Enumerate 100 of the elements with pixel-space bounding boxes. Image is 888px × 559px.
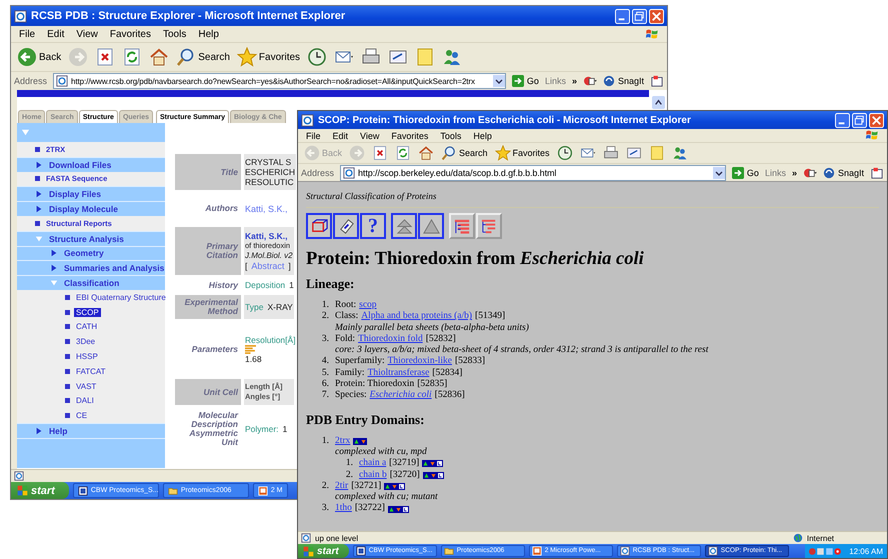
page-icon [301,533,311,543]
address-field[interactable]: http://scop.berkeley.edu/data/scop.b.d.gf.b.b.b.html [340,164,726,180]
menu-item[interactable]: File [306,130,321,140]
toolbar-addon-icon[interactable] [802,166,817,178]
right-triangle-icon[interactable] [50,264,58,272]
menu-item[interactable]: File [19,28,36,40]
tree-full-button[interactable] [449,213,475,239]
sidebar-item[interactable]: Display Molecule [47,204,120,214]
menu-item[interactable]: Tools [440,130,462,140]
go-button[interactable]: Go [512,75,539,87]
menu-item[interactable]: Help [198,28,219,40]
sidebar-item[interactable]: Summaries and Analysis [62,263,166,274]
list-number: 1. [320,436,329,447]
scroll-up-icon[interactable] [652,96,665,109]
lineage-link[interactable]: scop [359,300,377,312]
lineage-label: Protein: Thioredoxin [335,379,414,390]
capture-icon[interactable] [870,166,884,178]
menu-item[interactable]: Tools [162,28,186,40]
help-button[interactable]: ? [360,213,386,239]
search-button[interactable]: Search [174,47,232,67]
value-text: RESOLUTIC [245,177,294,187]
chain-link[interactable]: chain b [359,470,387,481]
sidebar-item[interactable]: Download Files [47,160,114,170]
chain-link[interactable]: chain a [359,458,386,470]
tree-button[interactable] [476,213,502,239]
go-button[interactable]: Go [732,166,759,178]
right-triangle-icon[interactable] [35,205,43,214]
sidebar-item[interactable]: EBI Quaternary Structure [74,292,168,302]
value-link[interactable]: Katti, S.K., [245,231,288,241]
menu-item[interactable]: Favorites [391,130,428,140]
window-title: RCSB PDB : Structure Explorer - Microsoft Internet Explorer [31,10,346,22]
lineage-link[interactable]: Thioredoxin fold [358,334,423,346]
domain-link[interactable]: 2tir [335,480,348,492]
sunid: [52832] [426,334,456,345]
search-button[interactable]: Search [439,145,490,161]
links-label[interactable]: Links [764,168,786,178]
lineage-link[interactable]: Alpha and beta proteins (a/b) [361,311,472,323]
capture-icon[interactable] [650,75,664,87]
sidebar-item[interactable]: DALI [74,396,96,406]
minimize-icon[interactable] [835,112,850,128]
viewer-icons-drawing[interactable] [422,460,444,468]
viewer-icons-drawing[interactable] [353,438,368,445]
snagit-button[interactable]: SnagIt [602,75,644,87]
start-button[interactable]: start [298,544,349,558]
tag-button[interactable] [333,213,359,239]
menu-item[interactable]: View [360,130,380,140]
favorites-button[interactable]: Favorites [234,47,302,67]
value-text: Type [245,302,264,312]
sidebar-item[interactable]: VAST [74,382,98,391]
right-triangle-icon[interactable] [35,427,43,436]
sunid: [32722] [354,503,385,515]
sidebar-item[interactable]: Help [47,426,70,436]
up-top-button[interactable] [391,213,417,239]
maximize-icon[interactable] [632,8,647,24]
value-link[interactable]: Katti, S.K., [245,204,288,214]
sunid: [52833] [454,356,486,368]
sidebar-item[interactable]: SCOP [74,308,101,317]
page-icon [14,10,27,22]
sidebar-item[interactable]: HSSP [74,352,100,362]
sidebar-item[interactable]: Display Files [47,189,103,200]
snagit-button[interactable]: SnagIt [822,166,864,178]
sidebar-item[interactable]: Geometry [62,248,106,258]
domain-link[interactable]: 1tho [335,503,352,515]
viewer-icons-drawing[interactable] [422,472,444,479]
right-triangle-icon[interactable] [35,190,43,198]
menu-item[interactable]: Edit [332,130,348,140]
chevron[interactable]: » [572,76,577,86]
favorites-button[interactable]: Favorites [492,145,552,161]
lineage-link[interactable]: Thioltransferase [368,368,430,380]
start-button[interactable]: start [11,482,69,499]
close-icon[interactable] [869,112,884,128]
sidebar-item[interactable]: FATCAT [74,366,108,376]
chevron[interactable]: » [792,168,797,178]
toolbar-addon-icon[interactable] [582,75,597,87]
right-triangle-icon[interactable] [50,249,58,258]
links-label[interactable]: Links [544,76,566,86]
menu-item[interactable]: View [76,28,98,40]
viewer-icons-drawing[interactable] [384,483,406,490]
menu-item[interactable]: Favorites [110,28,151,40]
sidebar-item[interactable]: 3Dee [74,337,98,346]
list-number: 3. [320,503,329,515]
sidebar-item[interactable]: CE [74,411,90,420]
menu-item[interactable]: Edit [47,28,64,40]
home-icon [149,47,170,67]
up-button[interactable] [418,213,444,239]
sidebar-item[interactable]: Classification [62,278,122,288]
minimize-icon[interactable] [615,8,630,24]
address-field[interactable]: http://www.rcsb.org/pdb/navbarsearch.do?newSearch=yes&isAuthorSearch=no&radioset=All&inputQuickSearch=2trx [53,73,506,89]
lineage-link[interactable]: Thioredoxin-like [388,356,452,368]
lineage-link[interactable]: Escherichia coli [370,390,432,402]
cube-button[interactable] [306,213,332,239]
sidebar-item[interactable]: CATH [74,322,100,332]
viewer-icons-drawing[interactable] [388,506,409,513]
back-button[interactable]: Back [15,47,64,67]
close-icon[interactable] [649,8,664,24]
domain-link[interactable]: 2trx [335,436,350,447]
right-triangle-icon[interactable] [35,160,43,169]
maximize-icon[interactable] [852,112,867,128]
menu-item[interactable]: Help [473,130,492,140]
sidebar-item[interactable]: Structure Analysis [47,234,126,244]
